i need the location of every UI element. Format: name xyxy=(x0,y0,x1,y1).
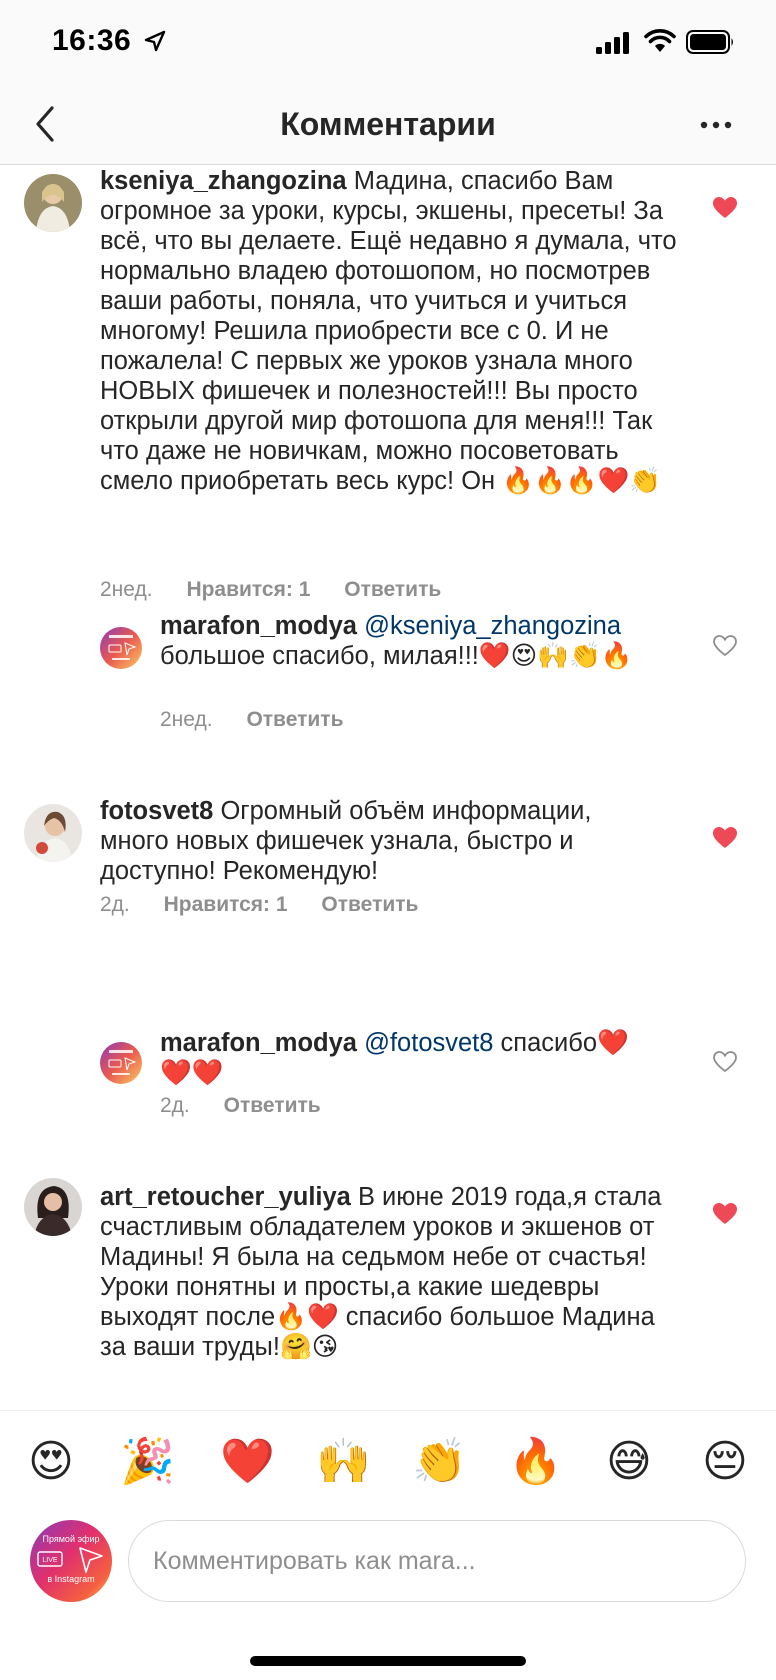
current-user-avatar: Прямой эфир LIVE в Instagram xyxy=(30,1520,112,1602)
comment-body: большое спасибо, милая!!!❤️😍🙌👏🔥 xyxy=(160,642,633,670)
wifi-icon xyxy=(644,29,676,52)
comment-username[interactable]: marafon_modya xyxy=(160,612,357,640)
avatar[interactable] xyxy=(24,174,82,232)
more-options-icon[interactable] xyxy=(698,110,734,140)
comment-meta: 2нед. Нравится: 1 Ответить xyxy=(100,578,469,602)
comment-text: marafon_modya @kseniya_zhangozina большо… xyxy=(160,611,660,671)
status-time: 16:36 xyxy=(52,24,132,57)
location-arrow-icon xyxy=(144,30,166,52)
comment-text: marafon_modya @fotosvet8 спасибо❤️❤️❤️ xyxy=(160,1028,660,1088)
comment-text: kseniya_zhangozina Мадина, спасибо Вам о… xyxy=(100,166,680,496)
reply-button[interactable]: Ответить xyxy=(224,1094,321,1117)
heart-filled-icon[interactable] xyxy=(712,1202,738,1226)
live-avatar-badge: LIVE xyxy=(42,1557,58,1564)
status-bar: 16:36 xyxy=(0,0,776,90)
comments-list: kseniya_zhangozina Мадина, спасибо Вам о… xyxy=(0,166,776,1410)
emoji-clapping-hands[interactable]: 👏 xyxy=(412,1437,467,1487)
reply-button[interactable]: Ответить xyxy=(321,893,418,916)
comment-text: fotosvet8 Огромный объём информации, мно… xyxy=(100,796,660,886)
live-avatar-line2: в Instagram xyxy=(47,1574,94,1584)
comment-text: art_retoucher_yuliya В июне 2019 года,я … xyxy=(100,1182,680,1362)
page-title: Комментарии xyxy=(280,106,496,142)
comment-username[interactable]: fotosvet8 xyxy=(100,797,213,825)
reply-button[interactable]: Ответить xyxy=(344,578,441,601)
comment-time: 2нед. xyxy=(100,578,153,601)
comment-meta: 2д. Ответить xyxy=(160,1094,349,1118)
cellular-signal-icon xyxy=(596,32,629,54)
emoji-party-popper[interactable]: 🎉 xyxy=(120,1437,175,1487)
comment-meta: 2нед. Ответить xyxy=(160,708,371,732)
emoji-fire[interactable]: 🔥 xyxy=(508,1437,563,1487)
avatar[interactable] xyxy=(100,627,142,669)
avatar[interactable] xyxy=(100,1042,142,1084)
comment-username[interactable]: art_retoucher_yuliya xyxy=(100,1183,351,1211)
home-indicator xyxy=(250,1656,526,1666)
heart-outline-icon[interactable] xyxy=(712,1050,738,1074)
emoji-red-heart[interactable]: ❤️ xyxy=(220,1437,275,1487)
heart-filled-icon[interactable] xyxy=(712,196,738,220)
comment-body: Мадина, спасибо Вам огромное за уроки, к… xyxy=(100,167,677,495)
heart-outline-icon[interactable] xyxy=(712,634,738,658)
comment-time: 2д. xyxy=(160,1094,190,1117)
avatar[interactable] xyxy=(24,804,82,862)
comment-time: 2д. xyxy=(100,893,130,916)
nav-bar: Комментарии xyxy=(0,90,776,165)
comment-meta: 2д. Нравится: 1 Ответить xyxy=(100,893,446,917)
emoji-pensive[interactable]: 😔 xyxy=(702,1437,748,1487)
comment-mention[interactable]: @fotosvet8 xyxy=(364,1029,493,1057)
emoji-sweat-smile[interactable]: 😅 xyxy=(606,1437,652,1487)
emoji-heart-eyes[interactable]: 😍 xyxy=(28,1437,74,1487)
emoji-quick-bar: 😍 🎉 ❤️ 🙌 👏 🔥 😅 😔 xyxy=(0,1410,776,1514)
reply-button[interactable]: Ответить xyxy=(246,708,343,731)
comment-username[interactable]: kseniya_zhangozina xyxy=(100,167,347,195)
heart-filled-icon[interactable] xyxy=(712,826,738,850)
live-avatar-line1: Прямой эфир xyxy=(43,1534,100,1544)
emoji-raising-hands[interactable]: 🙌 xyxy=(316,1437,371,1487)
comment-time: 2нед. xyxy=(160,708,213,731)
avatar[interactable] xyxy=(24,1178,82,1236)
comment-input[interactable] xyxy=(128,1520,746,1602)
likes-count[interactable]: Нравится: 1 xyxy=(164,893,288,916)
comment-mention[interactable]: @kseniya_zhangozina xyxy=(364,612,621,640)
comment-composer: Прямой эфир LIVE в Instagram xyxy=(0,1514,776,1680)
battery-icon xyxy=(686,30,733,54)
comment-username[interactable]: marafon_modya xyxy=(160,1029,357,1057)
likes-count[interactable]: Нравится: 1 xyxy=(186,578,310,601)
